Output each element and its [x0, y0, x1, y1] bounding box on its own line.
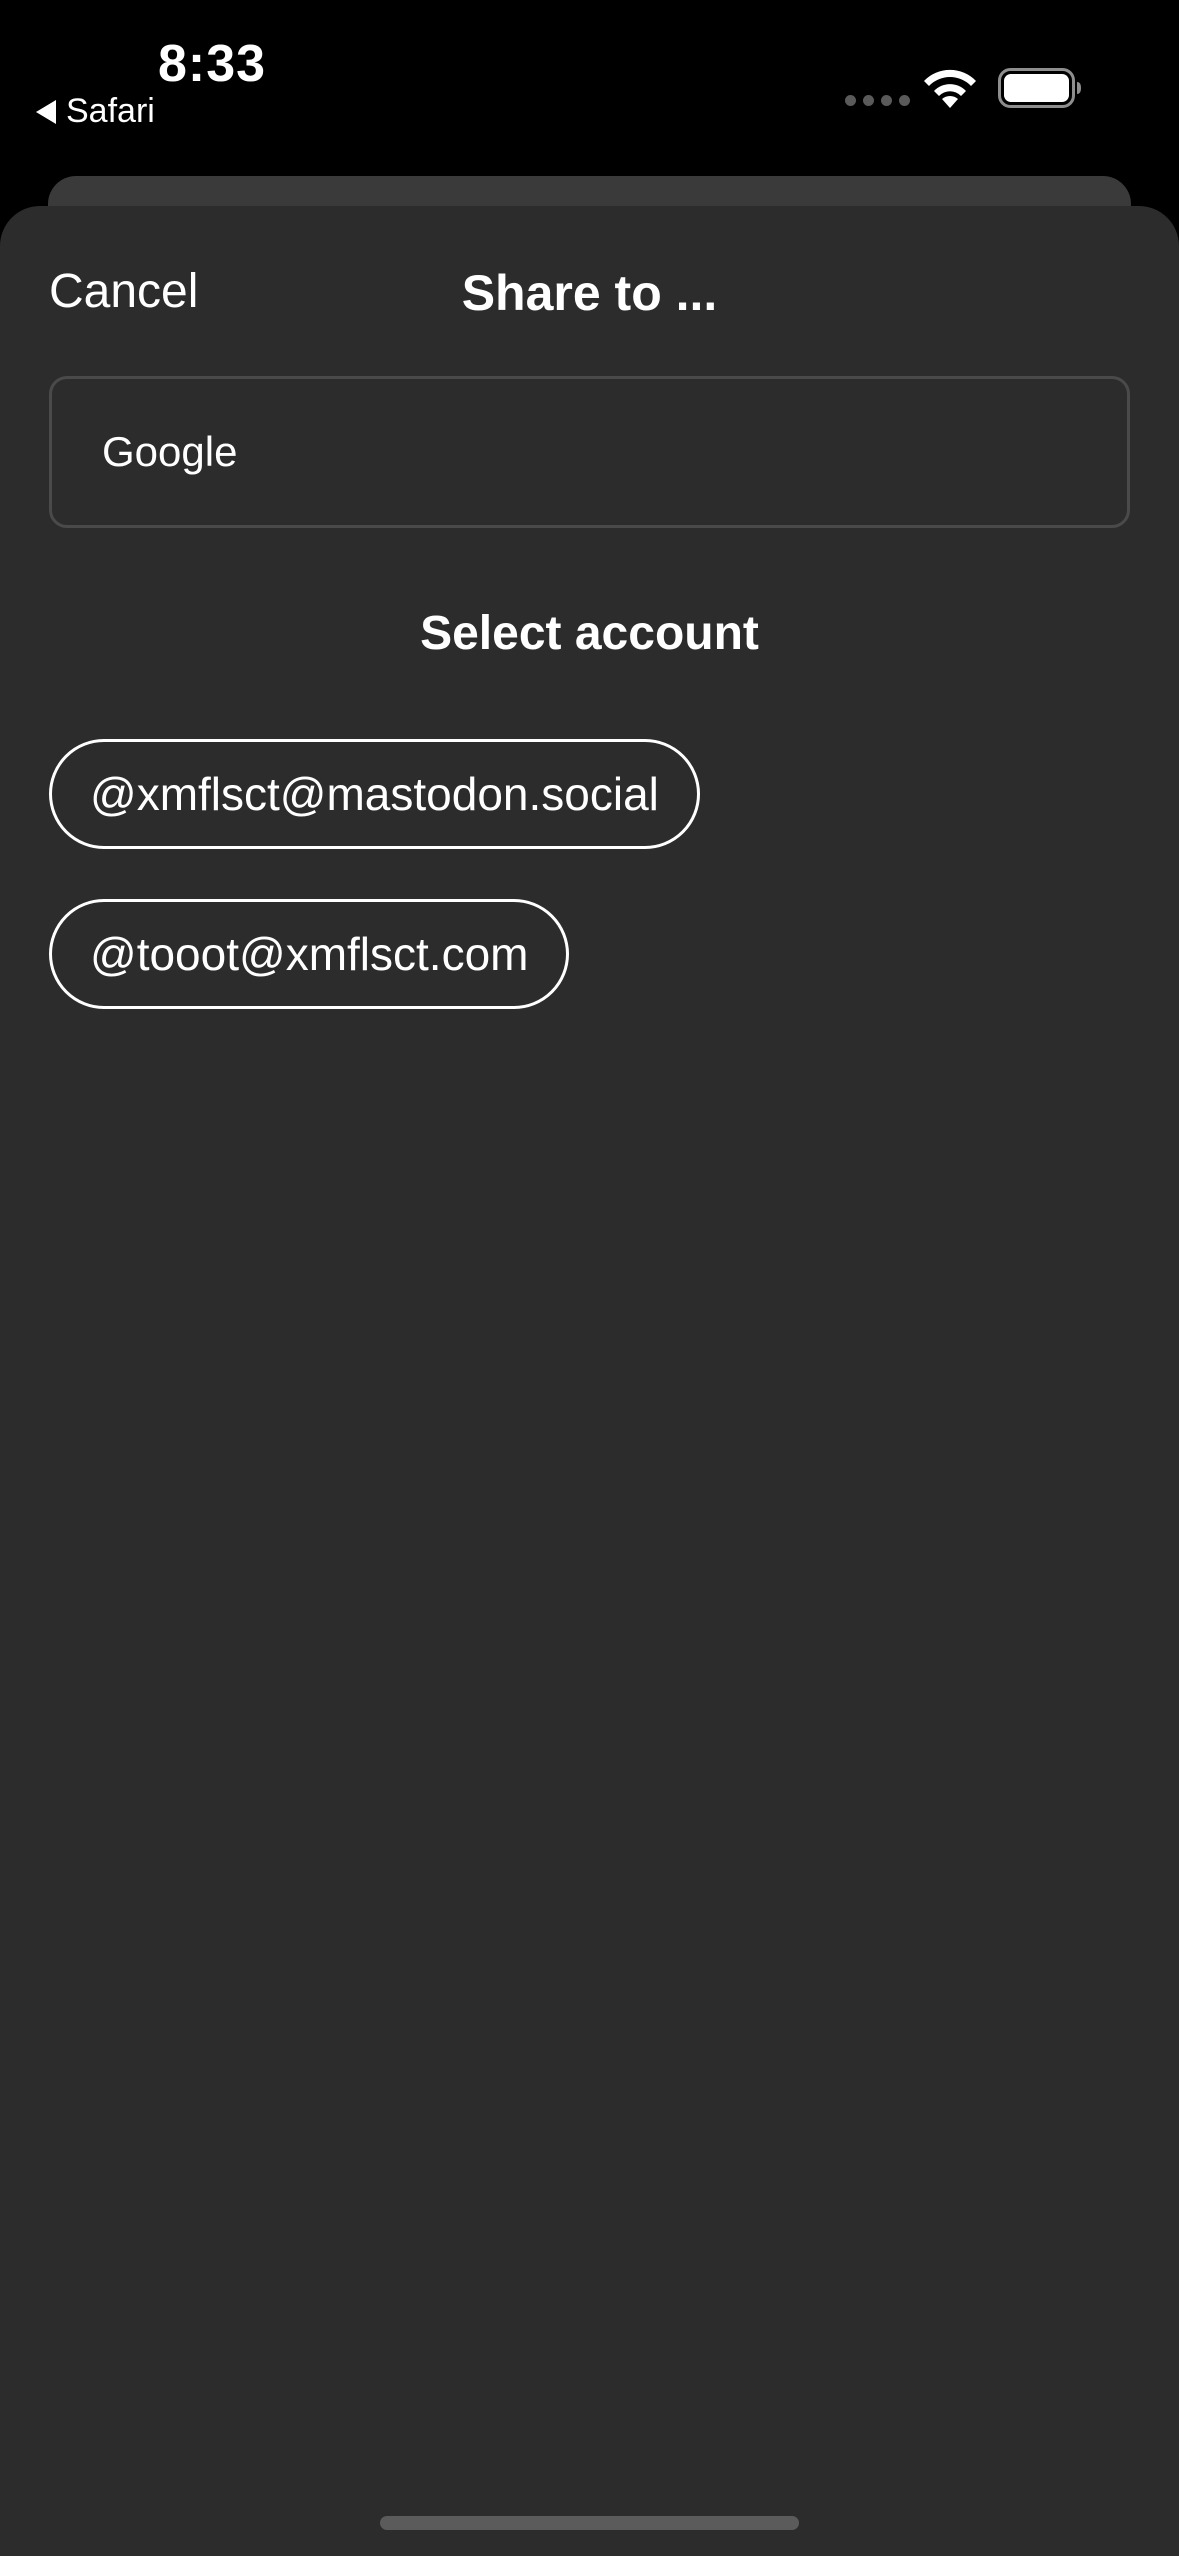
back-app-label: Safari	[66, 92, 155, 130]
share-text-field[interactable]	[49, 376, 1130, 528]
select-account-heading: Select account	[420, 607, 759, 660]
home-indicator[interactable]	[380, 2516, 799, 2530]
back-to-safari-button[interactable]: Safari	[36, 92, 155, 131]
share-sheet: Share to ... Cancel Select account @xmfl…	[0, 206, 1179, 2556]
battery-icon	[998, 68, 1081, 108]
cell-signal-icon	[845, 95, 910, 106]
share-text-input[interactable]	[102, 428, 1127, 476]
status-bar: 8:33 Safari	[0, 0, 1179, 170]
account-option-xmflsct-com[interactable]: @tooot@xmflsct.com	[49, 899, 570, 1009]
cancel-button[interactable]: Cancel	[49, 264, 198, 319]
back-arrow-icon	[36, 99, 56, 124]
account-list: @xmflsct@mastodon.social @tooot@xmflsct.…	[49, 739, 700, 1009]
status-time: 8:33	[158, 35, 267, 93]
screen: 8:33 Safari Share to ... Cancel Select a…	[0, 0, 1179, 2556]
account-option-mastodon-social[interactable]: @xmflsct@mastodon.social	[49, 739, 700, 849]
wifi-icon	[924, 69, 976, 108]
sheet-header: Share to ... Cancel	[0, 206, 1179, 376]
